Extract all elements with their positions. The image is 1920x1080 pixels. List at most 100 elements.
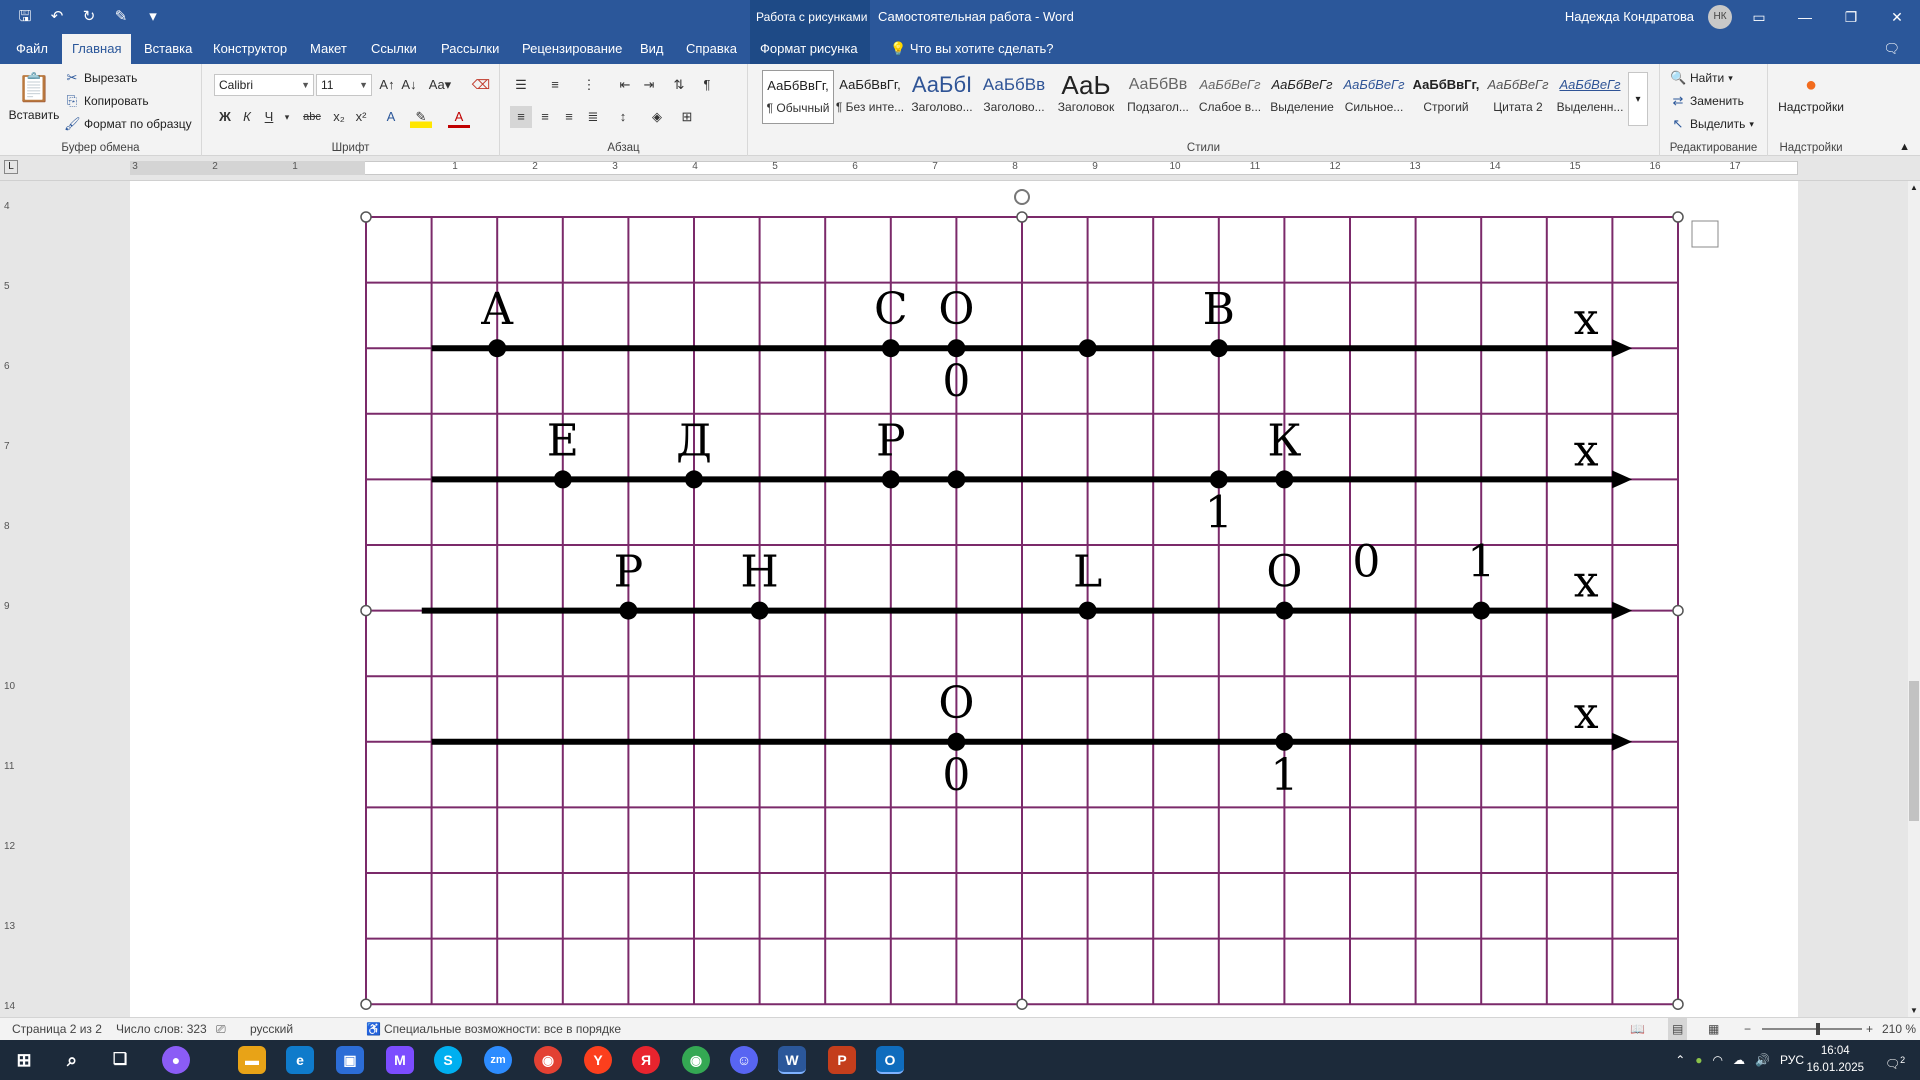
input-language[interactable]: РУС — [1780, 1053, 1804, 1067]
file-explorer-icon[interactable]: ▬ — [238, 1046, 266, 1074]
numbering-icon[interactable]: ≡ — [544, 74, 566, 96]
resize-handle[interactable] — [1016, 211, 1028, 223]
number-line-drawing[interactable]: xA C O B0xE Д P К1xP Н L O 0 1xO0 1 — [130, 181, 1798, 1017]
language-indicator[interactable]: русский — [250, 1018, 293, 1040]
style-no-spacing[interactable]: АаБбВвГг, ¶ Без инте... — [834, 70, 906, 124]
shading-icon[interactable]: ◈ — [646, 106, 668, 128]
word-count[interactable]: Число слов: 323 — [116, 1018, 207, 1040]
text-effects-icon[interactable]: A — [380, 106, 402, 128]
point-marker[interactable] — [488, 339, 507, 358]
select-button[interactable]: ↖ Выделить ▾ — [1670, 114, 1754, 134]
paste-button[interactable]: 📋 Вставить — [8, 68, 60, 122]
point-marker[interactable] — [947, 339, 966, 358]
resize-handle[interactable] — [360, 998, 372, 1010]
start-windows-icon[interactable]: ⊞ — [10, 1046, 38, 1074]
increase-indent-icon[interactable]: ⇥ — [638, 74, 660, 96]
chrome-profile-icon[interactable]: ◉ — [682, 1046, 710, 1074]
avatar[interactable]: НК — [1708, 5, 1732, 29]
zoom-level[interactable]: 210 % — [1882, 1018, 1916, 1040]
point-marker[interactable] — [750, 601, 769, 620]
customize-qat-icon[interactable]: ▾ — [142, 6, 164, 28]
style-normal[interactable]: АаБбВвГг, ¶ Обычный — [762, 70, 834, 124]
resize-handle[interactable] — [360, 211, 372, 223]
web-layout-icon[interactable]: ▦ — [1708, 1018, 1719, 1040]
outlook-icon[interactable]: O — [876, 1046, 904, 1074]
point-marker[interactable] — [1275, 732, 1294, 751]
styles-more-icon[interactable]: ▾ — [1628, 72, 1648, 126]
resize-handle[interactable] — [360, 604, 372, 617]
touch-mode-icon[interactable]: ✎ — [110, 6, 132, 28]
word-icon[interactable]: W — [778, 1046, 806, 1074]
resize-handle[interactable] — [1016, 998, 1028, 1010]
align-left-icon[interactable]: ≡ — [510, 106, 532, 128]
point-marker[interactable] — [1078, 339, 1097, 358]
clear-formatting-icon[interactable]: ⌫ — [470, 74, 492, 96]
align-right-icon[interactable]: ≡ — [558, 106, 580, 128]
superscript-button[interactable]: x² — [350, 106, 372, 128]
tab-mailings[interactable]: Рассылки — [431, 34, 509, 64]
notification-center-icon[interactable]: 🗨2 — [1882, 1048, 1908, 1072]
point-marker[interactable] — [1472, 601, 1491, 620]
search-icon[interactable]: ⌕ — [58, 1046, 86, 1074]
style-intense-emphasis[interactable]: АаБбВеГг Сильное... — [1338, 70, 1410, 124]
accessibility-icon[interactable]: ♿ — [366, 1018, 381, 1040]
resize-handle[interactable] — [1672, 604, 1684, 617]
strikethrough-button[interactable]: abc — [298, 106, 326, 128]
line-spacing-icon[interactable]: ↕ — [612, 106, 634, 128]
clock[interactable]: 16:04 16.01.2025 — [1806, 1043, 1864, 1077]
zoom-app-icon[interactable]: zm — [484, 1046, 512, 1074]
font-size-combo[interactable]: 11 ▼ — [316, 74, 372, 96]
scroll-thumb[interactable] — [1909, 681, 1919, 821]
subscript-button[interactable]: x₂ — [328, 106, 350, 128]
multilevel-list-icon[interactable]: ⋮ — [578, 74, 600, 96]
tab-view[interactable]: Вид — [630, 34, 674, 64]
document-page[interactable]: xACOB0xEДPК1xPНLO01xO01 — [130, 181, 1798, 1017]
resize-handle[interactable] — [1672, 998, 1684, 1010]
pilcrow-icon[interactable]: ¶ — [696, 74, 718, 96]
tab-layout[interactable]: Макет — [300, 34, 357, 64]
point-marker[interactable] — [619, 601, 638, 620]
security-icon[interactable]: ● — [1695, 1053, 1702, 1067]
save-icon[interactable]: 🖫 — [14, 6, 36, 28]
skype-icon[interactable]: S — [434, 1046, 462, 1074]
volume-icon[interactable]: 🔊 — [1755, 1053, 1770, 1067]
tab-home[interactable]: Главная — [62, 34, 132, 64]
cut-button[interactable]: ✂ Вырезать — [64, 68, 138, 88]
italic-button[interactable]: К — [236, 106, 258, 128]
vertical-scrollbar[interactable]: ▲ ▼ — [1908, 181, 1920, 1017]
chrome-icon[interactable]: ◉ — [534, 1046, 562, 1074]
tab-selector-icon[interactable]: L — [4, 160, 18, 174]
point-marker[interactable] — [1275, 601, 1294, 620]
style-quote2[interactable]: АаБбВеГг Цитата 2 — [1482, 70, 1554, 124]
point-marker[interactable] — [1209, 339, 1228, 358]
bold-button[interactable]: Ж — [214, 106, 236, 128]
style-heading2[interactable]: АаБбВв Заголово... — [978, 70, 1050, 124]
minimize-button[interactable]: — — [1782, 0, 1828, 34]
ribbon-display-options-icon[interactable]: ▭ — [1736, 0, 1782, 34]
point-marker[interactable] — [685, 470, 703, 489]
close-button[interactable]: ✕ — [1874, 0, 1920, 34]
borders-icon[interactable]: ⊞ — [676, 106, 698, 128]
addins-button[interactable]: ● Надстройки — [1768, 70, 1854, 114]
scroll-down-icon[interactable]: ▼ — [1908, 1006, 1920, 1015]
print-layout-icon[interactable]: ▤ — [1668, 1018, 1688, 1040]
tab-design[interactable]: Конструктор — [203, 34, 297, 64]
store-icon[interactable]: ▣ — [336, 1046, 364, 1074]
sort-icon[interactable]: ⇅ — [668, 74, 690, 96]
style-title[interactable]: АаЬ Заголовок — [1050, 70, 1122, 124]
discord-icon[interactable]: ☺ — [730, 1046, 758, 1074]
style-intense-quote[interactable]: АаБбВеГг Выделенн... — [1554, 70, 1626, 124]
style-subtle-emphasis[interactable]: АаБбВеГг Слабое в... — [1194, 70, 1266, 124]
justify-icon[interactable]: ≣ — [582, 106, 604, 128]
yandex-browser-icon[interactable]: Y — [584, 1046, 612, 1074]
undo-icon[interactable]: ↶ — [46, 6, 68, 28]
point-marker[interactable] — [1275, 470, 1294, 489]
align-center-icon[interactable]: ≡ — [534, 106, 556, 128]
point-marker[interactable] — [881, 470, 900, 489]
point-marker[interactable] — [1209, 470, 1228, 489]
shrink-font-icon[interactable]: A↓ — [398, 74, 420, 96]
scroll-up-icon[interactable]: ▲ — [1908, 183, 1920, 192]
change-case-icon[interactable]: Aa▾ — [424, 74, 456, 96]
resize-handle[interactable] — [1672, 211, 1684, 223]
document-area[interactable]: xACOB0xEДPК1xPНLO01xO01 — [20, 181, 1908, 1017]
